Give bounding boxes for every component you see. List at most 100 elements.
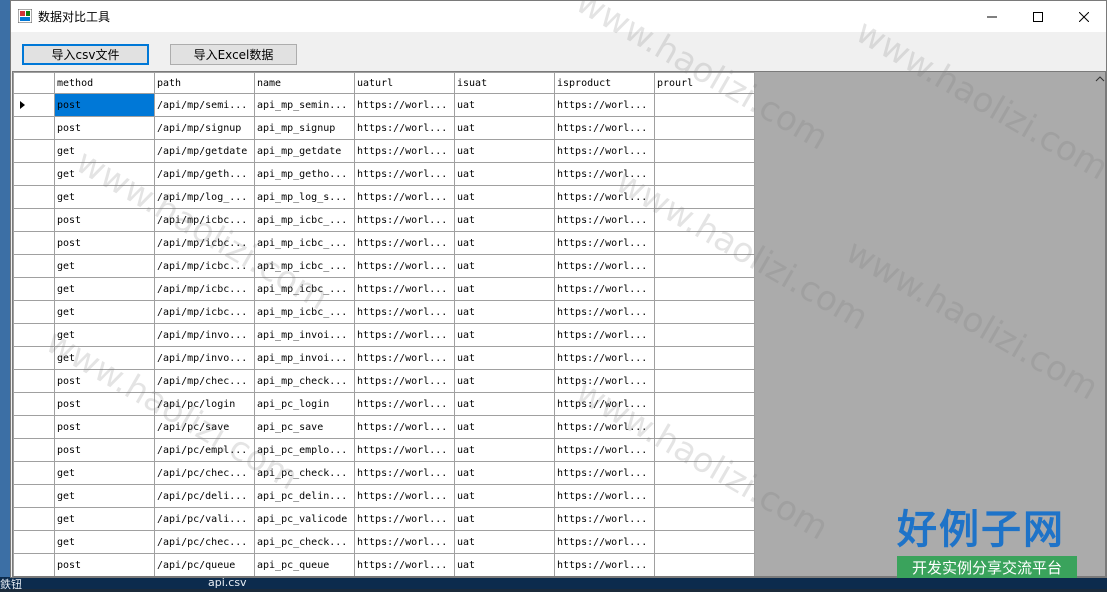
scroll-up-icon[interactable] bbox=[1095, 74, 1105, 84]
cell-isproduct[interactable]: https://worl... bbox=[554, 484, 655, 508]
row-header[interactable] bbox=[13, 438, 55, 462]
row-header[interactable] bbox=[13, 231, 55, 255]
close-button[interactable] bbox=[1061, 1, 1107, 32]
cell-uaturl[interactable]: https://worl... bbox=[354, 346, 455, 370]
cell-isproduct[interactable]: https://worl... bbox=[554, 254, 655, 278]
cell-name[interactable]: api_mp_icbc_... bbox=[254, 254, 355, 278]
cell-method[interactable]: post bbox=[54, 369, 155, 393]
cell-isproduct[interactable]: https://worl... bbox=[554, 208, 655, 232]
row-header[interactable] bbox=[13, 461, 55, 485]
cell-prourl[interactable] bbox=[654, 185, 755, 209]
cell-uaturl[interactable]: https://worl... bbox=[354, 392, 455, 416]
cell-uaturl[interactable]: https://worl... bbox=[354, 93, 455, 117]
cell-prourl[interactable] bbox=[654, 323, 755, 347]
cell-method[interactable]: get bbox=[54, 162, 155, 186]
row-header[interactable] bbox=[13, 507, 55, 531]
table-row[interactable]: post/api/mp/chec... api_mp_check... https:… bbox=[13, 369, 755, 393]
cell-isproduct[interactable]: https://worl... bbox=[554, 93, 655, 117]
cell-isproduct[interactable]: https://worl... bbox=[554, 530, 655, 554]
cell-name[interactable]: api_pc_check... bbox=[254, 530, 355, 554]
cell-isproduct[interactable]: https://worl... bbox=[554, 231, 655, 255]
row-header-corner[interactable] bbox=[13, 72, 55, 94]
cell-prourl[interactable] bbox=[654, 116, 755, 140]
row-header[interactable] bbox=[13, 484, 55, 508]
import-excel-button[interactable]: 导入Excel数据 bbox=[170, 44, 297, 65]
taskbar-item-fragment[interactable]: 鉄钮 bbox=[0, 576, 22, 592]
row-header[interactable] bbox=[13, 346, 55, 370]
cell-isuat[interactable]: uat bbox=[454, 392, 555, 416]
cell-uaturl[interactable]: https://worl... bbox=[354, 116, 455, 140]
cell-method[interactable]: post bbox=[54, 93, 155, 117]
cell-name[interactable]: api_pc_delin... bbox=[254, 484, 355, 508]
table-row[interactable]: post/api/mp/icbc... api_mp_icbc_... https:… bbox=[13, 208, 755, 232]
cell-method[interactable]: get bbox=[54, 323, 155, 347]
cell-uaturl[interactable]: https://worl... bbox=[354, 162, 455, 186]
cell-path[interactable]: /api/pc/chec... bbox=[154, 461, 255, 485]
cell-path[interactable]: /api/mp/getdate bbox=[154, 139, 255, 163]
cell-path[interactable]: /api/mp/signup bbox=[154, 116, 255, 140]
cell-isproduct[interactable]: https://worl... bbox=[554, 300, 655, 324]
row-header[interactable] bbox=[13, 530, 55, 554]
cell-prourl[interactable] bbox=[654, 208, 755, 232]
table-row[interactable]: get/api/pc/chec... api_pc_check... https:/… bbox=[13, 461, 755, 485]
cell-isuat[interactable]: uat bbox=[454, 369, 555, 393]
table-row[interactable]: get/api/mp/invo... api_mp_invoi... https:/… bbox=[13, 323, 755, 347]
cell-isuat[interactable]: uat bbox=[454, 300, 555, 324]
cell-name[interactable]: api_mp_getdate bbox=[254, 139, 355, 163]
cell-prourl[interactable] bbox=[654, 438, 755, 462]
cell-uaturl[interactable]: https://worl... bbox=[354, 231, 455, 255]
cell-uaturl[interactable]: https://worl... bbox=[354, 369, 455, 393]
cell-path[interactable]: /api/mp/geth... bbox=[154, 162, 255, 186]
cell-method[interactable]: post bbox=[54, 231, 155, 255]
cell-method[interactable]: post bbox=[54, 438, 155, 462]
import-csv-button[interactable]: 导入csv文件 bbox=[22, 44, 149, 65]
cell-prourl[interactable] bbox=[654, 461, 755, 485]
cell-path[interactable]: /api/mp/icbc... bbox=[154, 231, 255, 255]
cell-method[interactable]: get bbox=[54, 507, 155, 531]
data-grid[interactable]: method path name uaturl isuat isproduct … bbox=[12, 71, 1106, 577]
row-header[interactable] bbox=[13, 277, 55, 301]
row-header[interactable] bbox=[13, 415, 55, 439]
cell-path[interactable]: /api/pc/vali... bbox=[154, 507, 255, 531]
cell-method[interactable]: post bbox=[54, 415, 155, 439]
cell-isuat[interactable]: uat bbox=[454, 530, 555, 554]
cell-uaturl[interactable]: https://worl... bbox=[354, 277, 455, 301]
cell-isuat[interactable]: uat bbox=[454, 346, 555, 370]
title-bar[interactable]: 数据对比工具 bbox=[11, 1, 1106, 32]
cell-method[interactable]: get bbox=[54, 139, 155, 163]
cell-prourl[interactable] bbox=[654, 254, 755, 278]
column-header-prourl[interactable]: prourl bbox=[654, 72, 755, 94]
row-header[interactable] bbox=[13, 254, 55, 278]
cell-isproduct[interactable]: https://worl... bbox=[554, 139, 655, 163]
table-row[interactable]: post/api/mp/icbc... api_mp_icbc_... https:… bbox=[13, 231, 755, 255]
cell-uaturl[interactable]: https://worl... bbox=[354, 438, 455, 462]
table-row[interactable]: get/api/pc/chec... api_pc_check... https:/… bbox=[13, 530, 755, 554]
cell-path[interactable]: /api/mp/log_... bbox=[154, 185, 255, 209]
cell-isproduct[interactable]: https://worl... bbox=[554, 553, 655, 576]
table-row[interactable]: post/api/mp/semi... api_mp_semin... https:… bbox=[13, 93, 755, 117]
cell-isproduct[interactable]: https://worl... bbox=[554, 415, 655, 439]
cell-method[interactable]: get bbox=[54, 277, 155, 301]
cell-method[interactable]: get bbox=[54, 484, 155, 508]
table-row[interactable]: post/api/mp/signup api_mp_signup https://w… bbox=[13, 116, 755, 140]
row-header[interactable] bbox=[13, 162, 55, 186]
cell-uaturl[interactable]: https://worl... bbox=[354, 300, 455, 324]
cell-name[interactable]: api_mp_signup bbox=[254, 116, 355, 140]
cell-name[interactable]: api_mp_check... bbox=[254, 369, 355, 393]
cell-name[interactable]: api_mp_icbc_... bbox=[254, 277, 355, 301]
cell-isuat[interactable]: uat bbox=[454, 254, 555, 278]
cell-isuat[interactable]: uat bbox=[454, 116, 555, 140]
table-row[interactable]: get/api/mp/icbc... api_mp_icbc_... https:/… bbox=[13, 254, 755, 278]
cell-name[interactable]: api_pc_queue bbox=[254, 553, 355, 576]
cell-prourl[interactable] bbox=[654, 346, 755, 370]
row-header[interactable] bbox=[13, 185, 55, 209]
table-row[interactable]: get/api/mp/getdate api_mp_getdate https://… bbox=[13, 139, 755, 163]
row-header[interactable] bbox=[13, 139, 55, 163]
cell-method[interactable]: get bbox=[54, 346, 155, 370]
table-row[interactable]: get/api/mp/geth... api_mp_getho... https:/… bbox=[13, 162, 755, 186]
cell-isproduct[interactable]: https://worl... bbox=[554, 277, 655, 301]
column-header-name[interactable]: name bbox=[254, 72, 355, 94]
cell-uaturl[interactable]: https://worl... bbox=[354, 415, 455, 439]
column-header-method[interactable]: method bbox=[54, 72, 155, 94]
cell-path[interactable]: /api/pc/queue bbox=[154, 553, 255, 576]
